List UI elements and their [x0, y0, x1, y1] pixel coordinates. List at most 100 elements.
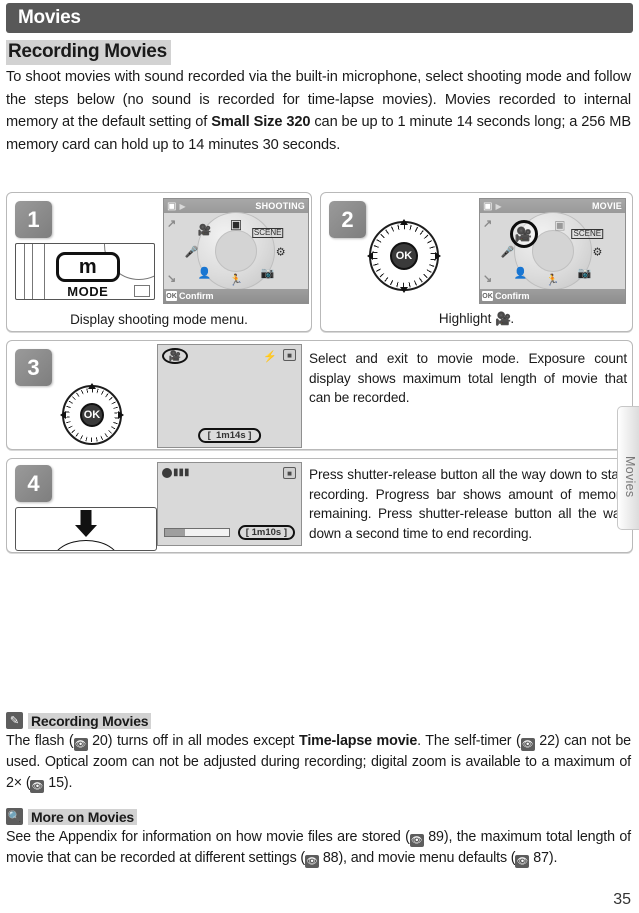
- page-ref-icon: 👁: [305, 855, 319, 868]
- note-2-header: 🔍 More on Movies: [6, 808, 631, 825]
- step-4-panel: 4 ▮▮▮ ■ [ 1m10s ] Press shutter-release …: [6, 458, 633, 553]
- step-4-shutter-press-illustration: [15, 507, 157, 551]
- movie-mode-icon: 🎥: [168, 350, 182, 362]
- page-ref-icon: 👁: [409, 834, 424, 847]
- note-1-body: The flash (👁 20) turns off in all modes …: [6, 733, 631, 793]
- step-4-number: 4: [15, 465, 52, 502]
- internal-memory-icon: ■: [283, 467, 296, 479]
- selector-left-arrow-icon: [60, 411, 66, 419]
- note-2-ref-1: 89: [428, 829, 444, 845]
- multi-selector-illustration-3: OK: [60, 383, 124, 445]
- selector-left-arrow-icon: [367, 252, 373, 260]
- lcd-top-bar-2: ▣ ▶ MOVIE: [480, 199, 625, 213]
- step-2-panel: 2 OK ▣ ▶ MOVIE ↗ ↘ ▣ 🎥 SCENE 🎤 ⚙ 👤 🏃 📷 O…: [320, 192, 633, 332]
- step-3-number: 3: [15, 349, 52, 386]
- mode-icon-portrait: 👤: [513, 267, 528, 280]
- step-1-camera-illustration: m MODE: [15, 243, 155, 300]
- step-2-caption-prefix: Highlight: [438, 311, 496, 326]
- step-2-caption-suffix: .: [510, 311, 515, 326]
- mode-icon-auto: ▣: [229, 216, 243, 232]
- mode-icon-voice-recording: 🎤: [500, 246, 515, 259]
- page-ref-icon: 👁: [520, 738, 535, 751]
- mode-icon-sports: 🏃: [545, 274, 560, 287]
- arrow-down-icon: [75, 525, 97, 537]
- memory-progress-fill: [165, 529, 186, 536]
- mode-icon-movie: 🎥: [514, 225, 533, 242]
- arrow-up-left-icon: ↗: [167, 218, 177, 230]
- note-2-body: See the Appendix for information on how …: [6, 829, 631, 868]
- step-4-description: Press shutter-release button all the way…: [309, 467, 627, 541]
- mode-icon-sports: 🏃: [229, 274, 243, 287]
- mode-icon-setup: ⚙: [592, 246, 603, 259]
- mode-button-label: MODE: [67, 283, 109, 299]
- memory-progress-bar: [164, 528, 230, 537]
- chapter-title: Movies: [18, 7, 81, 28]
- play-arrow-icon: ▶: [495, 201, 502, 211]
- lcd-mode-label-2: MOVIE: [591, 201, 622, 211]
- lcd-top-bar: ▣ ▶ SHOOTING: [164, 199, 308, 213]
- arrow-down-left-icon: ↘: [167, 273, 177, 285]
- pencil-icon: ✎: [6, 712, 23, 729]
- selector-ok-button-3: OK: [80, 403, 104, 427]
- finger-illustration: [53, 540, 119, 550]
- recording-icon: ▮▮▮: [162, 467, 190, 478]
- shooting-mode-menu-dial-2: ↗ ↘ ▣ 🎥 SCENE 🎤 ⚙ 👤 🏃 📷: [480, 212, 625, 290]
- lcd-bottom-bar: OK Confirm: [164, 289, 308, 303]
- step-3-lcd-screen: 🎥 ⚡ ■ [ 1m14s ]: [157, 344, 302, 448]
- step-3-panel: 3 OK 🎥 ⚡ ■ [ 1m14s ] Select and exit to …: [6, 340, 633, 450]
- camera-icon: ▣: [483, 200, 493, 212]
- lcd-bottom-bar-2: OK Confirm: [480, 289, 625, 303]
- step-1-number: 1: [15, 201, 52, 238]
- page-ref-icon: 👁: [73, 738, 88, 751]
- section-heading: Recording Movies: [6, 40, 171, 65]
- internal-memory-icon: ■: [283, 349, 296, 361]
- exposure-count-value: 1m14s: [216, 430, 246, 441]
- camera-icon: ▣: [167, 200, 177, 212]
- arrow-down-left-icon: ↘: [483, 273, 493, 285]
- step-2-lcd-screen: ▣ ▶ MOVIE ↗ ↘ ▣ 🎥 SCENE 🎤 ⚙ 👤 🏃 📷 OK Con…: [479, 198, 626, 304]
- selector-down-arrow-icon: [400, 287, 408, 293]
- movie-mode-indicator-highlight: 🎥: [162, 348, 188, 364]
- mode-icon-landscape: 📷: [577, 267, 592, 280]
- step-2-caption: Highlight 🎥.: [321, 311, 632, 327]
- flash-off-icon: ⚡: [263, 351, 277, 363]
- page-ref-icon: 👁: [515, 855, 530, 868]
- note-1-title: Recording Movies: [28, 712, 152, 729]
- ok-key-icon: OK: [482, 291, 493, 301]
- note-1-ref-3: 15: [48, 775, 64, 791]
- step-3-description: Select and exit to movie mode. Exposure …: [309, 351, 627, 405]
- page-ref-icon: 👁: [30, 780, 45, 793]
- step-1-caption: Display shooting mode menu.: [70, 312, 248, 327]
- magnifier-icon: 🔍: [6, 808, 23, 825]
- note-1-bold-mode: Time-lapse movie: [299, 733, 418, 749]
- side-tab-label: Movies: [623, 456, 637, 498]
- ok-key-icon: OK: [166, 291, 177, 301]
- note-recording-movies: ✎ Recording Movies The flash (👁 20) turn…: [6, 712, 631, 794]
- shooting-mode-menu-dial: ↗ ↘ ▣ 🎥 SCENE 🎤 ⚙ 👤 🏃 📷: [164, 212, 308, 290]
- lcd-mode-label-1: SHOOTING: [255, 201, 305, 211]
- mode-button-graphic: m: [55, 252, 120, 283]
- mode-icon-voice-recording: 🎤: [184, 246, 199, 259]
- multi-selector-illustration: OK: [367, 219, 441, 293]
- note-1-ref-2: 22: [539, 733, 555, 749]
- mode-icon-scene: SCENE: [571, 228, 604, 239]
- recording-progress-row: [ 1m10s ]: [164, 525, 295, 540]
- movie-mode-glyph-icon: 🎥: [495, 311, 511, 326]
- intro-paragraph: To shoot movies with sound recorded via …: [6, 66, 631, 156]
- play-arrow-icon: ▶: [179, 201, 186, 211]
- mode-icon-portrait: 👤: [197, 267, 212, 280]
- arrow-shaft: [80, 510, 92, 526]
- note-1-header: ✎ Recording Movies: [6, 712, 631, 729]
- note-2-ref-3: 87: [533, 850, 549, 866]
- step-1-lcd-screen: ▣ ▶ SHOOTING ↗ ↘ ▣ 🎥 SCENE 🎤 ⚙ 👤 🏃 📷 OK …: [163, 198, 309, 304]
- selector-up-arrow-icon: [88, 383, 96, 389]
- exposure-count-display: [ 1m14s ]: [197, 428, 262, 443]
- arrow-up-left-icon: ↗: [483, 218, 493, 230]
- selector-up-arrow-icon: [400, 219, 408, 225]
- note-1-ref-1: 20: [92, 733, 108, 749]
- note-more-on-movies: 🔍 More on Movies See the Appendix for in…: [6, 808, 631, 869]
- mode-icon-landscape: 📷: [260, 267, 275, 280]
- mode-icon-scene: SCENE: [251, 227, 284, 238]
- lcd-confirm-label-1: Confirm: [179, 291, 214, 301]
- selector-right-arrow-icon: [435, 252, 441, 260]
